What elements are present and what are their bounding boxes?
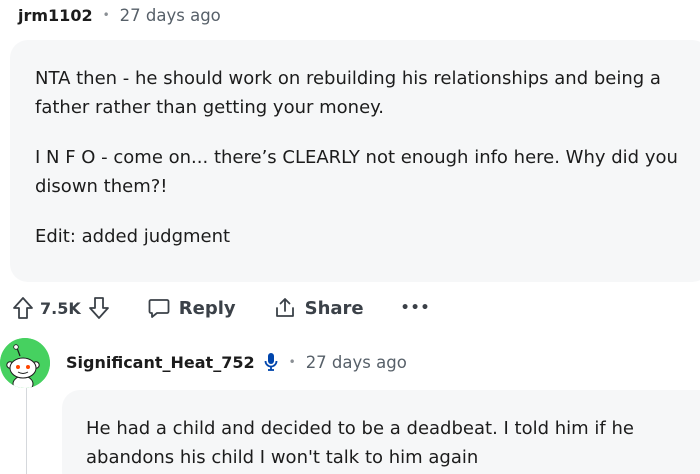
microphone-icon bbox=[263, 352, 279, 372]
comment-body: NTA then - he should work on rebuilding … bbox=[10, 40, 700, 282]
separator-dot: • bbox=[102, 8, 110, 22]
snoo-avatar-icon bbox=[0, 338, 50, 388]
comment-author[interactable]: Significant_Heat_752 bbox=[66, 353, 255, 372]
comment-paragraph: I N F O - come on... there’s CLEARLY not… bbox=[35, 147, 678, 197]
separator-dot: • bbox=[288, 355, 296, 369]
arrow-up-outline-icon bbox=[13, 297, 33, 319]
share-label: Share bbox=[304, 297, 364, 319]
thread-line[interactable] bbox=[26, 384, 27, 474]
comment-paragraph: NTA then - he should work on rebuilding … bbox=[35, 68, 661, 118]
share-icon bbox=[275, 298, 294, 317]
comment-timestamp[interactable]: 27 days ago bbox=[306, 353, 407, 372]
chat-bubble-icon bbox=[148, 299, 170, 318]
reply-label: Reply bbox=[178, 297, 236, 319]
comment-body: He had a child and decided to be a deadb… bbox=[62, 390, 700, 474]
avatar[interactable] bbox=[0, 338, 50, 388]
arrow-down-outline-icon bbox=[88, 297, 109, 319]
comment-paragraph: He had a child and decided to be a deadb… bbox=[86, 418, 634, 468]
upvote-button[interactable] bbox=[12, 296, 34, 320]
vote-count: 7.5K bbox=[40, 298, 81, 318]
comment-header: jrm1102 • 27 days ago bbox=[18, 4, 221, 26]
reply-button[interactable]: Reply bbox=[147, 296, 236, 320]
downvote-button[interactable] bbox=[88, 296, 110, 320]
comment-author[interactable]: jrm1102 bbox=[18, 6, 93, 25]
comment-action-bar: 7.5K Reply Share ••• bbox=[12, 294, 430, 322]
comment-timestamp[interactable]: 27 days ago bbox=[120, 6, 221, 25]
comment-header: Significant_Heat_752 • 27 days ago bbox=[66, 350, 407, 374]
comment-thread: jrm1102 • 27 days ago NTA then - he shou… bbox=[0, 0, 700, 474]
more-options-button[interactable]: ••• bbox=[401, 300, 431, 316]
comment-paragraph: Edit: added judgment bbox=[35, 226, 231, 247]
share-button[interactable]: Share bbox=[273, 296, 364, 320]
